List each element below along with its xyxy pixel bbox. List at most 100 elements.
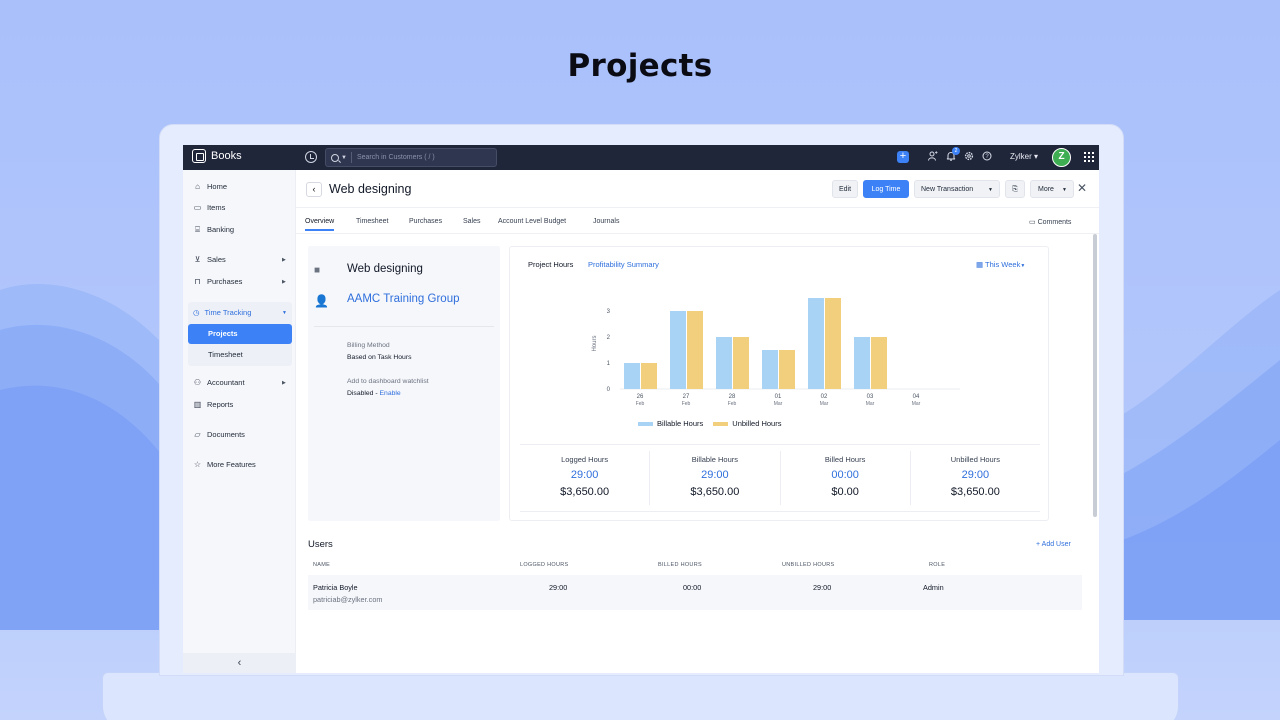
date-range-label: This Week (985, 260, 1021, 269)
tab-project-hours[interactable]: Project Hours (528, 260, 573, 269)
y-tick-label: 2 (607, 335, 611, 341)
comments-button[interactable]: ▭ Comments (1029, 218, 1071, 226)
stat-label: Billed Hours (824, 455, 866, 464)
brand[interactable]: Books (192, 149, 242, 163)
tab-sales[interactable]: Sales (463, 218, 481, 225)
enable-watchlist-link[interactable]: Enable (380, 390, 401, 397)
table-row[interactable]: Patricia Boyle patriciab@zylker.com 29:0… (308, 575, 1082, 610)
sidebar-item-timesheet[interactable]: Timesheet (208, 350, 243, 359)
home-icon: ⌂ (195, 182, 200, 191)
chevron-down-icon[interactable]: ▼ (341, 155, 347, 161)
sidebar-item-projects[interactable]: Projects (188, 324, 292, 344)
org-switcher[interactable]: Zylker ▾ (1010, 152, 1038, 161)
user-logged-hours: 29:00 (549, 583, 568, 592)
tab-account-level-budget[interactable]: Account Level Budget (498, 218, 566, 225)
user-email: patriciab@zylker.com (313, 595, 383, 604)
bar-billable-hours (854, 337, 870, 389)
help-icon[interactable]: ? (981, 151, 993, 163)
sidebar-item-accountant[interactable]: ⚇ Accountant (193, 378, 245, 387)
chevron-down-icon: ▼ (1020, 263, 1026, 269)
sidebar-item-label: Purchases (207, 277, 243, 286)
bank-icon: ⌸ (195, 225, 200, 234)
bar-unbilled-hours (779, 350, 795, 389)
users-icon[interactable] (927, 151, 939, 163)
watchlist-value: Disabled (347, 390, 374, 397)
page-title: Web designing (329, 182, 412, 196)
sidebar: ⌂ Home ▭ Items ⌸ Banking ⊻ Sales ▶ ⊓ Pur… (183, 170, 296, 673)
chart-legend: Billable Hours Unbilled Hours (638, 419, 781, 428)
y-axis-label: Hours (592, 335, 598, 351)
sidebar-item-reports[interactable]: ▥ Reports (193, 400, 234, 409)
user-name: Patricia Boyle (313, 583, 358, 592)
more-button[interactable]: More ▼ (1030, 180, 1074, 198)
tab-profitability-summary[interactable]: Profitability Summary (588, 260, 659, 269)
legend-label: Billable Hours (657, 419, 704, 428)
sidebar-item-items[interactable]: ▭ Items (193, 203, 226, 212)
project-info-panel: ■ Web designing 👤 AAMC Training Group Bi… (308, 246, 500, 521)
tab-overview[interactable]: Overview (305, 218, 335, 231)
x-tick-day: 27 (683, 394, 690, 400)
x-tick-day: 01 (775, 394, 782, 400)
sidebar-item-sales[interactable]: ⊻ Sales (193, 255, 226, 264)
cart-icon: ⊻ (194, 255, 201, 264)
sidebar-item-label: Banking (207, 225, 235, 234)
y-tick-label: 0 (607, 387, 611, 393)
sidebar-item-documents[interactable]: ▱ Documents (193, 430, 245, 439)
y-tick-label: 3 (607, 309, 611, 315)
shopping-bag-icon: ⊓ (194, 277, 201, 286)
legend-item[interactable]: Billable Hours (638, 419, 703, 428)
sidebar-item-label: Documents (207, 430, 245, 439)
bar-billable-hours (762, 350, 778, 389)
sidebar-item-purchases[interactable]: ⊓ Purchases (193, 277, 242, 286)
sidebar-item-label: Items (207, 203, 226, 212)
chevron-down-icon: ▾ (1034, 152, 1039, 161)
column-header-billed: BILLED HOURS (658, 562, 702, 568)
comment-icon: ▭ (1029, 219, 1036, 226)
x-tick-month: Mar (774, 401, 783, 407)
tab-purchases[interactable]: Purchases (409, 218, 442, 225)
chevron-left-icon: ‹ (237, 657, 242, 669)
x-tick-day: 02 (821, 394, 828, 400)
bar-billable-hours (670, 311, 686, 389)
edit-button[interactable]: Edit (832, 180, 858, 198)
history-icon[interactable] (305, 151, 317, 163)
sidebar-item-label: Home (207, 182, 228, 191)
attachment-icon[interactable]: ⎘ (1005, 180, 1025, 198)
stat-label: Unbilled Hours (950, 455, 1000, 464)
stat-logged: Logged Hours 29:00 $3,650.00 (520, 451, 651, 505)
x-tick-month: Mar (866, 401, 875, 407)
user-billed-hours: 00:00 (683, 583, 702, 592)
tab-journals[interactable]: Journals (593, 218, 619, 225)
stat-hours: 29:00 (701, 469, 729, 481)
date-range-dropdown[interactable]: ▦ This Week▼ (976, 260, 1025, 269)
new-transaction-button[interactable]: New Transaction ▼ (914, 180, 1000, 198)
sidebar-item-label: Time Tracking (204, 308, 252, 317)
x-tick-day: 26 (637, 394, 644, 400)
legend-item[interactable]: Unbilled Hours (713, 419, 781, 428)
brand-name: Books (211, 150, 242, 162)
org-name: Zylker (1010, 152, 1032, 161)
scrollbar[interactable] (1093, 234, 1097, 517)
column-header-name: NAME (313, 562, 331, 568)
gear-icon[interactable] (963, 151, 975, 163)
log-time-button[interactable]: Log Time (863, 180, 909, 198)
column-header-logged: LOGGED HOURS (520, 562, 569, 568)
briefcase-icon: ■ (314, 265, 321, 276)
back-button[interactable]: ‹ (306, 182, 322, 197)
quick-create-button[interactable]: + (897, 151, 909, 163)
sidebar-item-more-features[interactable]: ☆ More Features (193, 460, 256, 469)
add-user-button[interactable]: + Add User (1036, 541, 1071, 548)
app-grid-icon[interactable] (1084, 152, 1094, 162)
tab-timesheet[interactable]: Timesheet (356, 218, 388, 225)
search-bar[interactable]: ▼ Search in Customers ( / ) (325, 148, 497, 167)
sidebar-item-label: More Features (207, 460, 256, 469)
sidebar-item-time-tracking[interactable]: ◷ Time Tracking (193, 308, 251, 317)
user-unbilled-hours: 29:00 (813, 583, 832, 592)
sidebar-item-home[interactable]: ⌂ Home (193, 182, 227, 191)
customer-link[interactable]: AAMC Training Group (347, 293, 460, 305)
search-input[interactable]: Search in Customers ( / ) (357, 154, 435, 161)
close-icon[interactable]: ✕ (1077, 181, 1087, 195)
sidebar-collapse-button[interactable]: ‹ (183, 653, 296, 673)
sidebar-item-banking[interactable]: ⌸ Banking (193, 225, 234, 234)
avatar[interactable]: Z (1052, 148, 1071, 167)
